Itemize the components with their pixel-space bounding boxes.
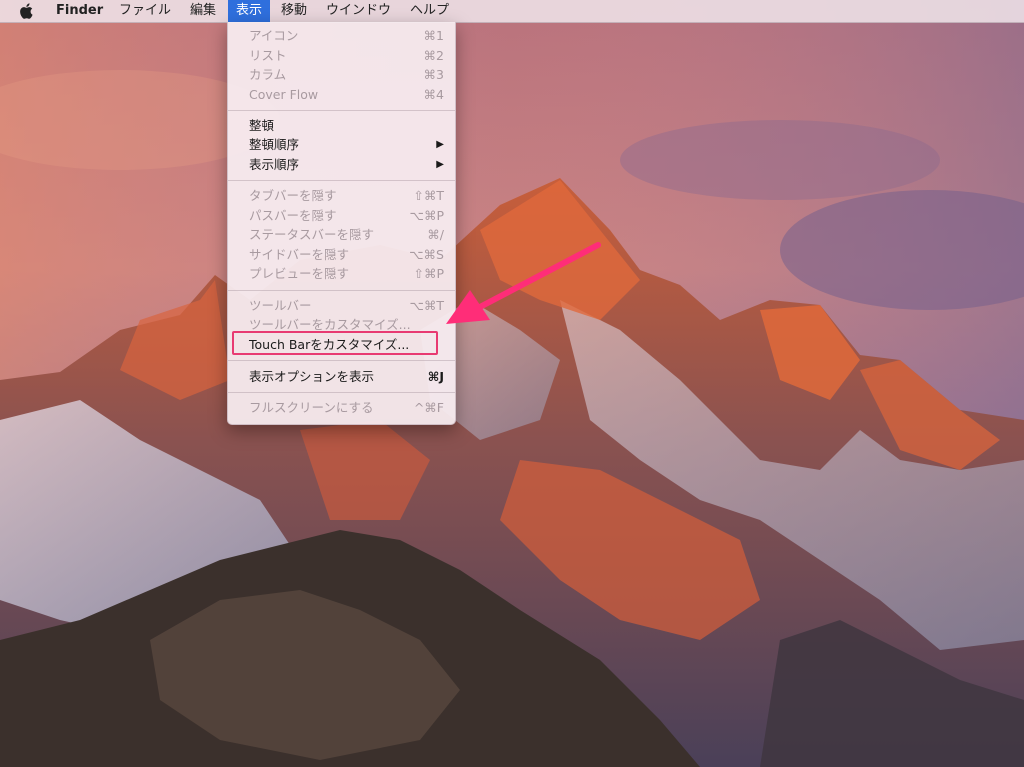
arrow-annotation-icon <box>446 242 601 324</box>
